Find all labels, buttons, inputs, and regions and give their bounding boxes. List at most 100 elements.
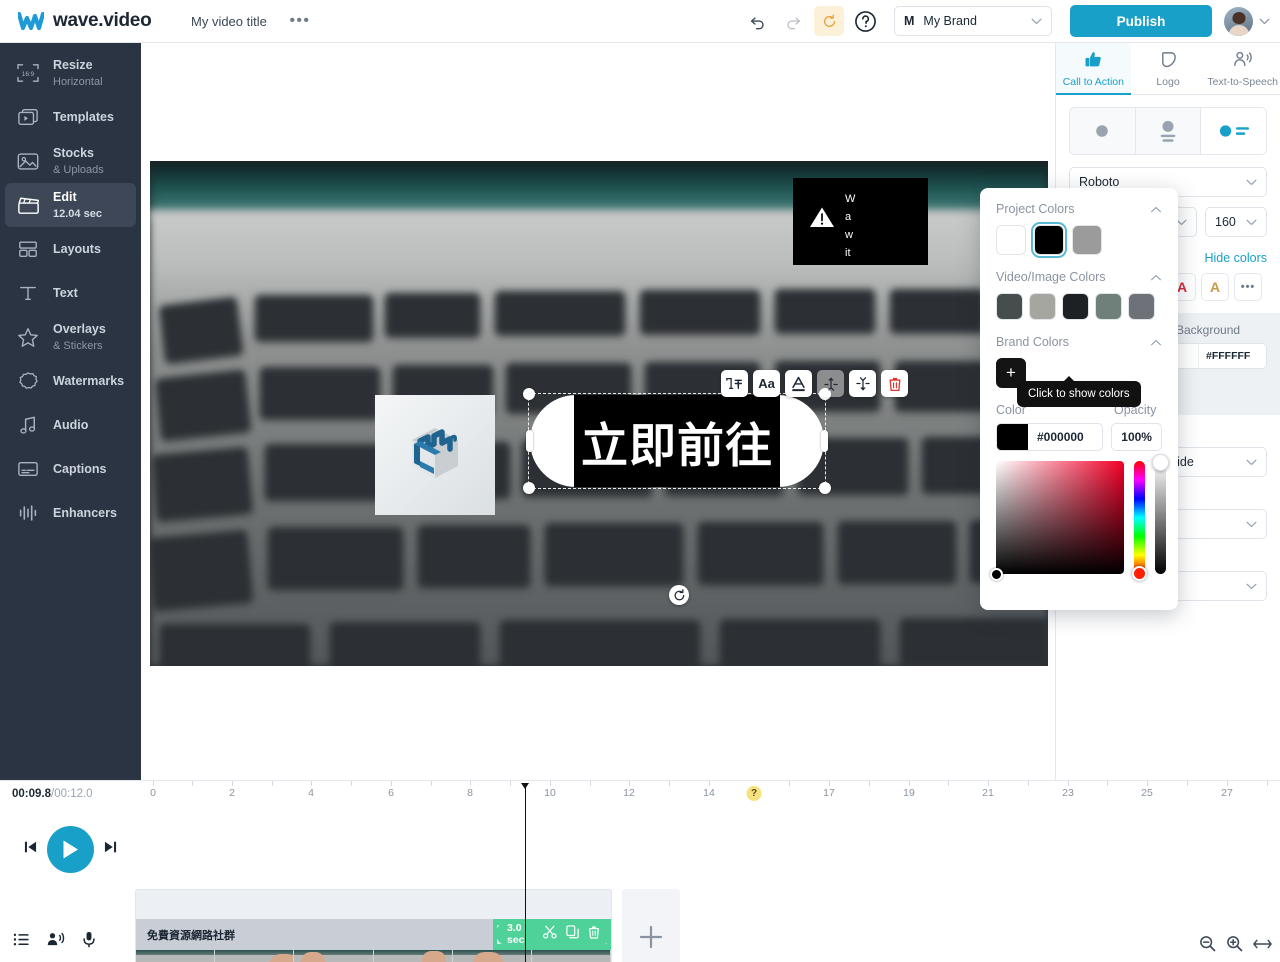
color-swatch[interactable] bbox=[1095, 293, 1122, 320]
alpha-slider-knob[interactable] bbox=[1152, 454, 1169, 471]
zoom-in-icon[interactable] bbox=[1226, 935, 1243, 957]
header-actions: M My Brand Publish bbox=[742, 5, 1280, 37]
sidebar-item-text[interactable]: Text bbox=[5, 271, 136, 315]
resize-handle-right[interactable] bbox=[821, 430, 828, 452]
hue-slider-knob[interactable] bbox=[1132, 566, 1147, 581]
sidebar-item-stocks[interactable]: Stocks & Uploads bbox=[5, 139, 136, 183]
zoom-out-icon[interactable] bbox=[1199, 935, 1216, 957]
skip-start-icon[interactable] bbox=[24, 840, 37, 859]
background-color-field[interactable]: #FFFFFF bbox=[1172, 343, 1267, 369]
resize-handle-bottom-left[interactable] bbox=[523, 482, 535, 494]
sidebar-item-enhancers[interactable]: Enhancers bbox=[5, 491, 136, 535]
avatar[interactable] bbox=[1224, 6, 1253, 36]
refresh-button[interactable] bbox=[814, 6, 844, 36]
video-canvas[interactable]: W a w it 立即前往 bbox=[150, 161, 1048, 666]
sidebar-item-resize[interactable]: 16:9 Resize Horizontal bbox=[5, 51, 136, 95]
list-icon[interactable] bbox=[8, 926, 34, 952]
font-case-button[interactable]: Aa bbox=[753, 370, 780, 397]
ruler-label: 17 bbox=[823, 787, 835, 799]
sidebar-label-main: Audio bbox=[53, 418, 89, 432]
app-logo[interactable]: wave.video bbox=[16, 10, 168, 32]
text-style-5[interactable]: A bbox=[1201, 273, 1229, 301]
help-button[interactable] bbox=[850, 6, 880, 36]
warning-line: a bbox=[845, 211, 852, 223]
sidebar-item-edit[interactable]: Edit 12.04 sec bbox=[5, 183, 136, 227]
hex-color-field[interactable]: #000000 bbox=[996, 423, 1104, 451]
alpha-slider[interactable] bbox=[1155, 461, 1166, 574]
video-title[interactable]: My video title bbox=[191, 14, 267, 29]
timeline-marker-button[interactable]: ? bbox=[746, 786, 762, 801]
tab-text-to-speech[interactable]: Text-to-Speech bbox=[1205, 43, 1280, 94]
delete-button[interactable] bbox=[881, 370, 908, 397]
timeline-ruler[interactable]: 0 2 4 6 8 10 12 14 ? 17 19 21 23 25 27 bbox=[141, 781, 1280, 809]
delete-icon[interactable] bbox=[588, 925, 600, 942]
resize-handle-left[interactable] bbox=[526, 430, 533, 452]
color-swatch[interactable] bbox=[1072, 225, 1102, 255]
ruler-label: 25 bbox=[1141, 787, 1153, 799]
color-swatch[interactable] bbox=[996, 225, 1026, 255]
layout-option-plain[interactable] bbox=[1070, 108, 1136, 154]
sidebar-item-captions[interactable]: Captions bbox=[5, 447, 136, 491]
voiceover-icon[interactable] bbox=[42, 926, 68, 952]
account-chevron-down-icon[interactable] bbox=[1259, 12, 1270, 30]
sidebar-item-audio[interactable]: Audio bbox=[5, 403, 136, 447]
redo-button[interactable] bbox=[778, 6, 808, 36]
sidebar-item-watermarks[interactable]: Watermarks bbox=[5, 359, 136, 403]
bring-forward-button[interactable] bbox=[817, 370, 844, 397]
add-text-button[interactable] bbox=[721, 370, 748, 397]
play-button[interactable] bbox=[47, 826, 94, 873]
color-swatch[interactable] bbox=[996, 293, 1023, 320]
cut-icon[interactable] bbox=[543, 925, 557, 942]
add-scene-button[interactable] bbox=[622, 889, 680, 962]
saturation-value-area[interactable] bbox=[996, 461, 1124, 574]
send-backward-button[interactable] bbox=[849, 370, 876, 397]
ruler-label: 27 bbox=[1221, 787, 1233, 799]
tab-logo[interactable]: Logo bbox=[1131, 43, 1206, 94]
project-colors-header[interactable]: Project Colors bbox=[996, 202, 1162, 216]
badge-icon bbox=[15, 368, 41, 394]
sidebar-label-main: Enhancers bbox=[53, 506, 117, 520]
brand-select[interactable]: M My Brand bbox=[894, 6, 1052, 36]
layout-option-side-lines[interactable] bbox=[1201, 108, 1266, 154]
color-swatch[interactable] bbox=[1062, 293, 1089, 320]
chevron-down-icon bbox=[1246, 579, 1257, 593]
color-swatch[interactable] bbox=[1029, 293, 1056, 320]
microphone-icon[interactable] bbox=[76, 926, 102, 952]
more-text-styles-button[interactable]: ••• bbox=[1234, 273, 1262, 301]
layout-option-underline[interactable] bbox=[1135, 108, 1202, 154]
title-more-button[interactable]: ••• bbox=[289, 11, 311, 31]
canvas-warning-box[interactable]: W a w it bbox=[793, 178, 928, 265]
color-swatch[interactable] bbox=[1128, 293, 1155, 320]
saturation-value-knob[interactable] bbox=[990, 568, 1003, 581]
selection-box[interactable] bbox=[523, 388, 831, 494]
fit-icon[interactable] bbox=[1253, 937, 1272, 956]
video-image-colors-header[interactable]: Video/Image Colors bbox=[996, 270, 1162, 284]
canvas-logo-element[interactable] bbox=[375, 395, 495, 515]
scene-block[interactable]: 免費資源網路社群 立即前往 免費資源網路社群 bbox=[135, 889, 612, 962]
color-swatch-selected[interactable] bbox=[1031, 222, 1067, 258]
brand-colors-header[interactable]: Brand Colors bbox=[996, 335, 1162, 349]
resize-handle-top-left[interactable] bbox=[523, 388, 535, 400]
duplicate-icon[interactable] bbox=[566, 925, 579, 942]
publish-button[interactable]: Publish bbox=[1070, 5, 1212, 37]
chevron-down-icon bbox=[1246, 517, 1257, 531]
sidebar-item-templates[interactable]: Templates bbox=[5, 95, 136, 139]
tab-call-to-action[interactable]: Call to Action bbox=[1056, 43, 1131, 95]
color-preview-chip bbox=[997, 424, 1028, 450]
sidebar-label-sub: & Uploads bbox=[53, 163, 104, 176]
text-color-button[interactable] bbox=[785, 370, 812, 397]
opacity-field[interactable]: 100% bbox=[1111, 423, 1162, 451]
resize-handle-bottom-right[interactable] bbox=[819, 482, 831, 494]
sidebar-item-layouts[interactable]: Layouts bbox=[5, 227, 136, 271]
undo-button[interactable] bbox=[742, 6, 772, 36]
panel-tabs: Call to Action Logo Text-to-Speech bbox=[1056, 43, 1280, 95]
hide-colors-link[interactable]: Hide colors bbox=[1204, 251, 1267, 265]
sidebar-item-overlays[interactable]: Overlays & Stickers bbox=[5, 315, 136, 359]
video-filmstrip[interactable]: 免費資源網路社群 免費資源網路社群 bbox=[136, 950, 611, 962]
playhead[interactable] bbox=[521, 783, 529, 962]
ruler-label: 6 bbox=[388, 787, 394, 799]
rotate-handle[interactable] bbox=[669, 585, 689, 605]
hue-slider[interactable] bbox=[1134, 461, 1145, 574]
font-size-select[interactable]: 160 bbox=[1205, 207, 1267, 237]
skip-end-icon[interactable] bbox=[104, 840, 117, 859]
